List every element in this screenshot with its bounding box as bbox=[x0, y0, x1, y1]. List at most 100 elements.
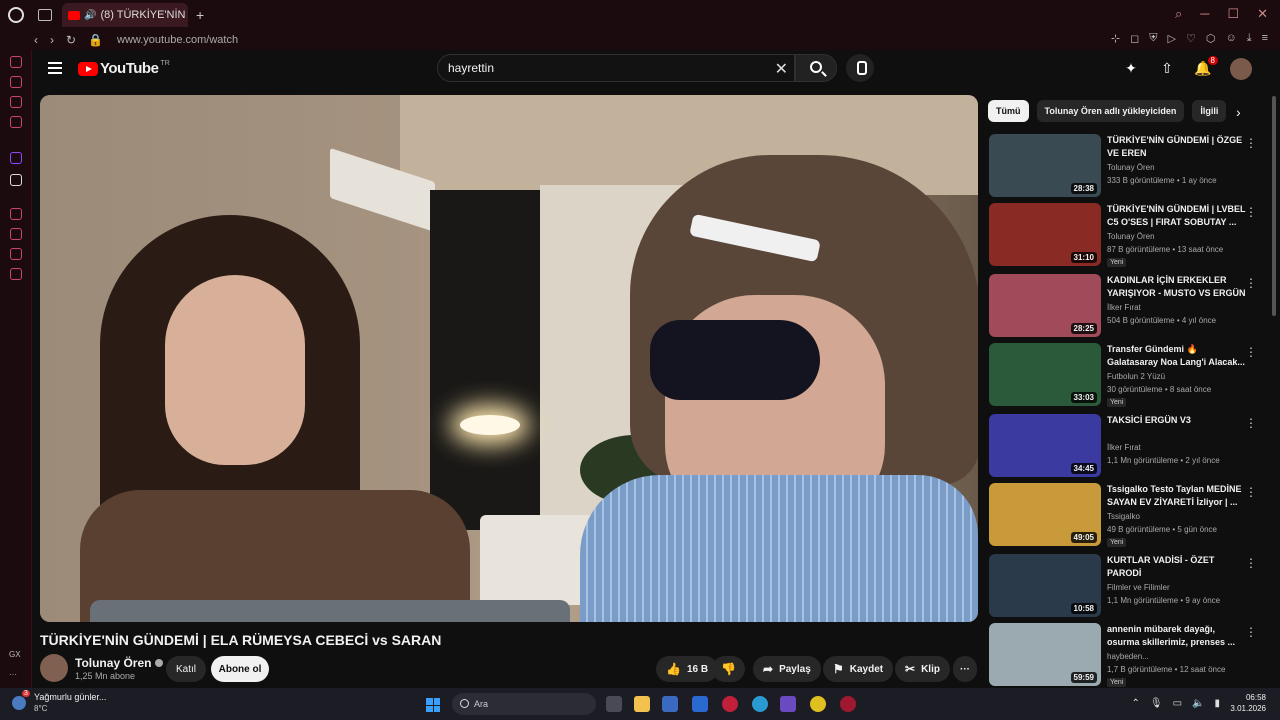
recommendation-title[interactable]: Tssigalko Testo Taylan MEDİNE SAYAN EV Z… bbox=[1107, 483, 1247, 509]
display-icon[interactable]: ▭ bbox=[1173, 698, 1182, 709]
scrollbar[interactable] bbox=[1272, 96, 1276, 316]
settings-icon[interactable] bbox=[10, 248, 22, 260]
heart-icon[interactable]: ♡ bbox=[1186, 32, 1196, 45]
recommendation-title[interactable]: annenin mübarek dayağı, osurma skillerim… bbox=[1107, 623, 1247, 649]
video-thumbnail[interactable]: 28:38 bbox=[989, 134, 1101, 197]
subscribe-button[interactable]: Abone ol bbox=[211, 656, 269, 682]
recommendation-card[interactable]: 34:45 TAKSİCİ ERGÜN V3 İlker Fırat 1,1 Mn g… bbox=[989, 414, 1269, 478]
gift-icon[interactable] bbox=[10, 116, 22, 128]
notifications-bell-icon[interactable]: 🔔 8 bbox=[1194, 56, 1218, 78]
recommendation-channel[interactable]: Tolunay Ören bbox=[1107, 163, 1155, 172]
video-player[interactable] bbox=[40, 95, 978, 622]
like-button[interactable]: 👍 16 B bbox=[656, 656, 719, 682]
clear-search-icon[interactable]: ✕ bbox=[775, 59, 788, 79]
more-options-icon[interactable]: ⋮ bbox=[1245, 416, 1257, 430]
channel-name[interactable]: Tolunay Ören bbox=[75, 656, 151, 670]
recommendation-card[interactable]: 10:58 KURTLAR VADİSİ - ÖZET PARODİ Filmler… bbox=[989, 554, 1269, 618]
play-icon[interactable]: ▷ bbox=[1168, 32, 1176, 45]
opera-icon[interactable] bbox=[840, 696, 856, 712]
save-button[interactable]: ⚑ Kaydet bbox=[823, 656, 894, 682]
recommendation-title[interactable]: TAKSİCİ ERGÜN V3 bbox=[1107, 414, 1247, 427]
reload-icon[interactable]: ↻ bbox=[66, 33, 76, 47]
history-icon[interactable] bbox=[10, 268, 22, 280]
video-thumbnail[interactable]: 49:05 bbox=[989, 483, 1101, 546]
user-avatar[interactable] bbox=[1230, 58, 1252, 80]
recommendation-channel[interactable]: İlker Fırat bbox=[1107, 443, 1141, 452]
youtube-logo[interactable]: YouTube TR bbox=[78, 60, 170, 77]
ai-sparkle-icon[interactable]: ✦ bbox=[1122, 60, 1140, 78]
puzzle-icon[interactable]: ⬡ bbox=[1206, 32, 1216, 45]
pin-icon[interactable]: ⊹ bbox=[1111, 32, 1120, 45]
forward-icon[interactable]: › bbox=[50, 33, 54, 47]
tray-chevron-icon[interactable]: ⌃ bbox=[1131, 698, 1139, 709]
volume-icon[interactable]: 🔈 bbox=[1192, 698, 1204, 709]
chat-icon[interactable] bbox=[10, 96, 22, 108]
video-thumbnail[interactable]: 31:10 bbox=[989, 203, 1101, 266]
opera-gx-taskbar-icon[interactable] bbox=[722, 696, 738, 712]
channel-name-row[interactable]: Tolunay Ören bbox=[75, 656, 164, 670]
more-options-icon[interactable]: ⋮ bbox=[1245, 205, 1257, 219]
messenger-icon[interactable] bbox=[10, 56, 22, 68]
chevron-right-icon[interactable]: › bbox=[1236, 104, 1241, 120]
clip-button[interactable]: ✂ Klip bbox=[895, 656, 950, 682]
player-icon[interactable] bbox=[10, 208, 22, 220]
recommendation-card[interactable]: 33:03 Transfer Gündemi 🔥 Galatasaray Noa … bbox=[989, 343, 1269, 407]
bookmark-icon[interactable] bbox=[10, 76, 22, 88]
browser-tab-active[interactable]: 🔊 (8) TÜRKİYE'NİN GÜNDE bbox=[62, 3, 188, 27]
snapshot-icon[interactable]: ◻ bbox=[1130, 32, 1139, 45]
recommendation-channel[interactable]: İlker Fırat bbox=[1107, 303, 1141, 312]
outlook-icon[interactable] bbox=[692, 696, 708, 712]
recommendation-card[interactable]: 28:38 TÜRKİYE'NİN GÜNDEMİ | ÖZGE VE EREN T… bbox=[989, 134, 1269, 198]
tab-islands-icon[interactable] bbox=[38, 9, 52, 21]
minimize-button[interactable]: ─ bbox=[1200, 6, 1209, 22]
chrome-icon[interactable] bbox=[810, 696, 826, 712]
recommendation-title[interactable]: KURTLAR VADİSİ - ÖZET PARODİ bbox=[1107, 554, 1247, 580]
video-thumbnail[interactable]: 34:45 bbox=[989, 414, 1101, 477]
menu-icon[interactable]: ≡ bbox=[1262, 32, 1268, 45]
chip-related[interactable]: İlgili bbox=[1192, 100, 1227, 122]
video-thumbnail[interactable]: 33:03 bbox=[989, 343, 1101, 406]
recommendation-title[interactable]: TÜRKİYE'NİN GÜNDEMİ | LVBEL C5 O'SES | F… bbox=[1107, 203, 1247, 229]
upload-icon[interactable]: ⇧ bbox=[1158, 60, 1176, 78]
channel-avatar[interactable] bbox=[40, 654, 68, 682]
search-input[interactable]: hayrettin ✕ bbox=[437, 54, 795, 82]
recommendation-card[interactable]: 28:25 KADINLAR İÇİN ERKEKLER YARIŞIYOR - … bbox=[989, 274, 1269, 338]
back-icon[interactable]: ‹ bbox=[34, 33, 38, 47]
join-button[interactable]: Katıl bbox=[166, 656, 206, 682]
url-field[interactable]: www.youtube.com/watch bbox=[117, 34, 238, 46]
close-window-button[interactable]: ✕ bbox=[1257, 6, 1268, 22]
taskbar-search[interactable]: Ara bbox=[452, 693, 596, 715]
gx-label[interactable]: GX bbox=[9, 650, 21, 659]
new-tab-button[interactable]: + bbox=[196, 7, 204, 23]
cube-icon[interactable] bbox=[10, 228, 22, 240]
chip-uploader[interactable]: Tolunay Ören adlı yükleyiciden bbox=[1036, 100, 1185, 122]
recommendation-title[interactable]: Transfer Gündemi 🔥 Galatasaray Noa Lang'… bbox=[1107, 343, 1247, 369]
video-thumbnail[interactable]: 28:25 bbox=[989, 274, 1101, 337]
recommendation-channel[interactable]: haybeden... bbox=[1107, 652, 1149, 661]
clock[interactable]: 06:58 3.01.2026 bbox=[1230, 692, 1266, 714]
file-explorer-icon[interactable] bbox=[634, 696, 650, 712]
more-options-icon[interactable]: ⋮ bbox=[1245, 276, 1257, 290]
recommendation-card[interactable]: 49:05 Tssigalko Testo Taylan MEDİNE SAYAN… bbox=[989, 483, 1269, 547]
x-icon[interactable] bbox=[10, 174, 22, 186]
recommendation-title[interactable]: KADINLAR İÇİN ERKEKLER YARIŞIYOR - MUSTO… bbox=[1107, 274, 1247, 300]
more-options-icon[interactable]: ⋮ bbox=[1245, 136, 1257, 150]
opera-logo-icon[interactable] bbox=[8, 7, 24, 23]
dislike-button[interactable]: 👎 bbox=[712, 656, 745, 682]
recommendation-channel[interactable]: Filmler ve Filimler bbox=[1107, 583, 1170, 592]
search-button[interactable] bbox=[795, 54, 837, 82]
recommendation-channel[interactable]: Tolunay Ören bbox=[1107, 232, 1155, 241]
edge-icon[interactable] bbox=[752, 696, 768, 712]
recommendation-card[interactable]: 31:10 TÜRKİYE'NİN GÜNDEMİ | LVBEL C5 O'SE… bbox=[989, 203, 1269, 267]
shield-icon[interactable]: ⛨ bbox=[1149, 32, 1157, 45]
search-tabs-icon[interactable]: ⌕ bbox=[1175, 6, 1182, 22]
video-thumbnail[interactable]: 10:58 bbox=[989, 554, 1101, 617]
teams-icon[interactable] bbox=[780, 696, 796, 712]
battery-icon[interactable]: ▮ bbox=[1214, 698, 1220, 709]
twitch-icon[interactable] bbox=[10, 152, 22, 164]
task-view-icon[interactable] bbox=[606, 696, 622, 712]
windows-start-icon[interactable] bbox=[426, 698, 440, 712]
microphone-icon[interactable]: 🎙 bbox=[1150, 698, 1163, 709]
more-actions-button[interactable]: ··· bbox=[953, 656, 977, 682]
recommendation-channel[interactable]: Tssigalko bbox=[1107, 512, 1140, 521]
